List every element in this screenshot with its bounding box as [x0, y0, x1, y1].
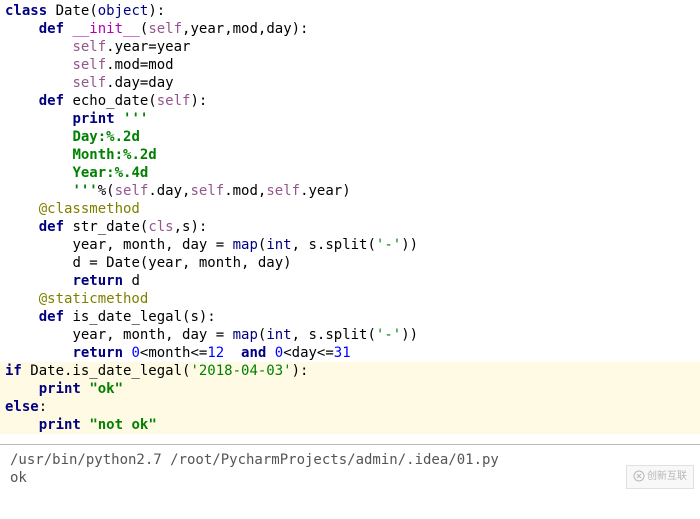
code-line: d = Date(year, month, day) [0, 254, 700, 272]
code-line: print ''' [0, 110, 700, 128]
code-line: if Date.is_date_legal('2018-04-03'): [0, 362, 700, 380]
code-line: Month:%.2d [0, 146, 700, 164]
console-output: ok [10, 469, 690, 487]
logo-icon [633, 470, 645, 482]
code-line: else: [0, 398, 700, 416]
code-line: def is_date_legal(s): [0, 308, 700, 326]
code-line: @staticmethod [0, 290, 700, 308]
code-line: year, month, day = map(int, s.split('-')… [0, 326, 700, 344]
code-editor[interactable]: class Date(object): def __init__(self,ye… [0, 0, 700, 436]
code-line: print "not ok" [0, 416, 700, 434]
console-panel[interactable]: /usr/bin/python2.7 /root/PycharmProjects… [0, 445, 700, 493]
code-line: return d [0, 272, 700, 290]
console-command: /usr/bin/python2.7 /root/PycharmProjects… [10, 451, 690, 469]
code-line: return 0<month<=12 and 0<day<=31 [0, 344, 700, 362]
code-line: Day:%.2d [0, 128, 700, 146]
code-line: self.mod=mod [0, 56, 700, 74]
code-line: Year:%.4d [0, 164, 700, 182]
code-line: @classmethod [0, 200, 700, 218]
code-line: class Date(object): [0, 2, 700, 20]
watermark-logo: 创新互联 [626, 465, 694, 489]
code-line: year, month, day = map(int, s.split('-')… [0, 236, 700, 254]
code-line: def str_date(cls,s): [0, 218, 700, 236]
code-line: self.year=year [0, 38, 700, 56]
code-line: def echo_date(self): [0, 92, 700, 110]
code-line: '''%(self.day,self.mod,self.year) [0, 182, 700, 200]
code-line: print "ok" [0, 380, 700, 398]
code-line: def __init__(self,year,mod,day): [0, 20, 700, 38]
code-line: self.day=day [0, 74, 700, 92]
